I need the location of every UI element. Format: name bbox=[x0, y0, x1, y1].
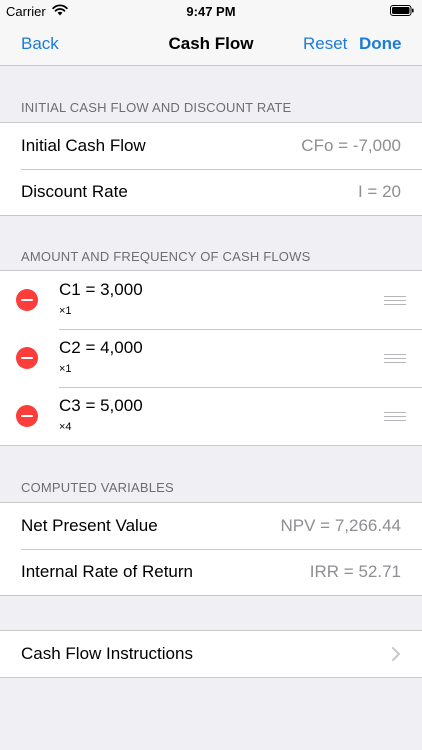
section-header-computed: COMPUTED VARIABLES bbox=[21, 480, 174, 495]
discount-rate-row[interactable]: Discount Rate I = 20 bbox=[0, 169, 422, 215]
cash-flow-frequency: ×1 bbox=[59, 305, 72, 317]
cash-flow-amount: C3 = 5,000 bbox=[59, 396, 143, 415]
row-label: Cash Flow Instructions bbox=[21, 644, 193, 663]
computed-group: Net Present Value NPV = 7,266.44 Interna… bbox=[0, 502, 422, 596]
reorder-icon[interactable] bbox=[384, 354, 406, 363]
initial-cash-flow-row[interactable]: Initial Cash Flow CFo = -7,000 bbox=[0, 123, 422, 169]
back-button[interactable]: Back bbox=[21, 34, 59, 54]
row-label: Net Present Value bbox=[21, 516, 158, 535]
row-label: Internal Rate of Return bbox=[21, 562, 193, 581]
row-value: I = 20 bbox=[357, 182, 401, 201]
cash-flow-item-c2[interactable]: C2 = 4,000 ×1 bbox=[0, 329, 422, 387]
delete-icon[interactable] bbox=[16, 347, 38, 369]
cash-flow-item-c1[interactable]: C1 = 3,000 ×1 bbox=[0, 271, 422, 329]
done-button[interactable]: Done bbox=[359, 34, 402, 54]
reset-button[interactable]: Reset bbox=[303, 34, 347, 54]
reorder-icon[interactable] bbox=[384, 412, 406, 421]
row-value: IRR = 52.71 bbox=[309, 562, 401, 581]
row-label: Discount Rate bbox=[21, 182, 128, 201]
cash-flow-amount: C1 = 3,000 bbox=[59, 280, 143, 299]
net-present-value-row[interactable]: Net Present Value NPV = 7,266.44 bbox=[0, 503, 422, 549]
reorder-icon[interactable] bbox=[384, 296, 406, 305]
internal-rate-of-return-row[interactable]: Internal Rate of Return IRR = 52.71 bbox=[0, 549, 422, 595]
row-value: CFo = -7,000 bbox=[301, 136, 401, 155]
cash-flow-frequency: ×1 bbox=[59, 363, 72, 375]
chevron-right-icon bbox=[392, 647, 400, 661]
row-label: Initial Cash Flow bbox=[21, 136, 146, 155]
cash-flow-item-c3[interactable]: C3 = 5,000 ×4 bbox=[0, 387, 422, 445]
initial-group: Initial Cash Flow CFo = -7,000 Discount … bbox=[0, 122, 422, 216]
navigation-bar: Back Cash Flow Reset Done bbox=[0, 22, 422, 66]
cash-flow-amount: C2 = 4,000 bbox=[59, 338, 143, 357]
cash-flows-group: C1 = 3,000 ×1 C2 = 4,000 ×1 C3 = 5,000 ×… bbox=[0, 270, 422, 446]
battery-icon bbox=[390, 5, 414, 16]
cash-flow-frequency: ×4 bbox=[59, 421, 72, 433]
delete-icon[interactable] bbox=[16, 405, 38, 427]
cash-flow-instructions-row[interactable]: Cash Flow Instructions bbox=[0, 631, 422, 677]
delete-icon[interactable] bbox=[16, 289, 38, 311]
row-value: NPV = 7,266.44 bbox=[280, 516, 401, 535]
status-time: 9:47 PM bbox=[186, 4, 236, 19]
status-bar: Carrier 9:47 PM bbox=[0, 0, 422, 22]
instructions-group: Cash Flow Instructions bbox=[0, 630, 422, 678]
section-header-flows: AMOUNT AND FREQUENCY OF CASH FLOWS bbox=[21, 249, 311, 264]
section-header-initial: INITIAL CASH FLOW AND DISCOUNT RATE bbox=[21, 100, 292, 115]
